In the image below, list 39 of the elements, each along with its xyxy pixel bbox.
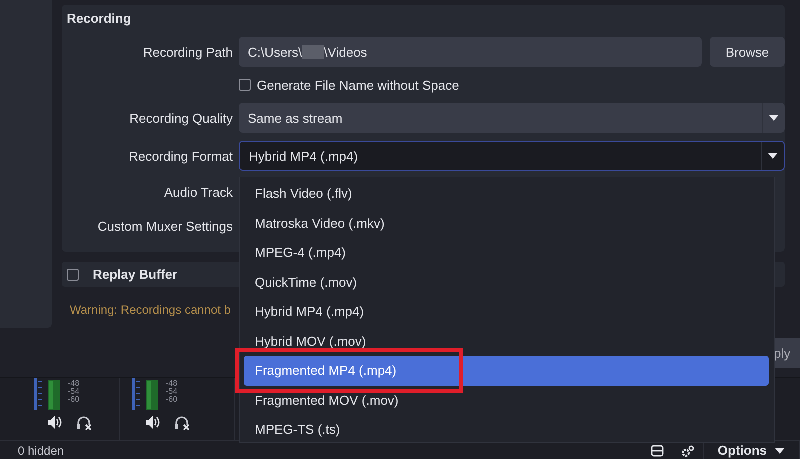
meter-scale-label: -54 [68,388,80,396]
caret-icon [769,115,779,121]
speaker-icon[interactable] [48,416,63,429]
section-title: Recording [67,11,132,26]
headphones-icon[interactable] [175,416,190,430]
caret-icon [775,448,785,454]
meter-scale-label: -48 [166,380,178,388]
hidden-count: 0 hidden [17,444,66,458]
path-field[interactable]: C:\Users\ \Videos [239,37,702,67]
checkbox-label: Generate File Name without Space [257,78,460,92]
meter-scale-label: -54 [166,388,178,396]
quality-dropdown[interactable]: Same as stream [239,103,785,133]
section-title: Replay Buffer [93,267,178,282]
checkbox[interactable] [239,79,251,91]
browse-button[interactable]: Browse [710,37,785,67]
format-dropdown[interactable]: Hybrid MP4 (.mp4) [239,141,785,171]
menu-item[interactable]: Matroska Video (.mkv) [244,208,769,238]
menu-item[interactable]: Hybrid MP4 (.mp4) [244,297,769,326]
field-label: Recording Quality [128,110,233,126]
meter-scale-label: -48 [68,380,80,388]
field-label: Recording Path [142,44,233,60]
meter-scale-label: -60 [68,396,80,404]
gears-icon[interactable] [680,444,695,456]
menu-item[interactable]: Hybrid MOV (.mov) [244,326,769,356]
menu-item[interactable]: Flash Video (.flv) [244,179,769,208]
menu-item[interactable]: Fragmented MP4 (.mp4) [244,356,769,386]
caret-icon [768,153,778,159]
speaker-icon[interactable] [146,416,161,429]
layout-icon[interactable] [651,444,664,456]
warning-text: Warning: Recordings cannot b [70,303,231,317]
field-label: Audio Track [163,184,233,200]
checkbox[interactable] [67,268,79,280]
field-label: Custom Muxer Settings [96,218,233,234]
meter-scale-label: -60 [166,396,178,404]
headphones-icon[interactable] [77,416,92,430]
menu-item[interactable]: MPEG-4 (.mp4) [244,238,769,268]
field-label: Recording Format [128,148,233,164]
menu-item[interactable]: Fragmented MOV (.mov) [244,386,769,415]
menu-item[interactable]: QuickTime (.mov) [244,268,769,297]
